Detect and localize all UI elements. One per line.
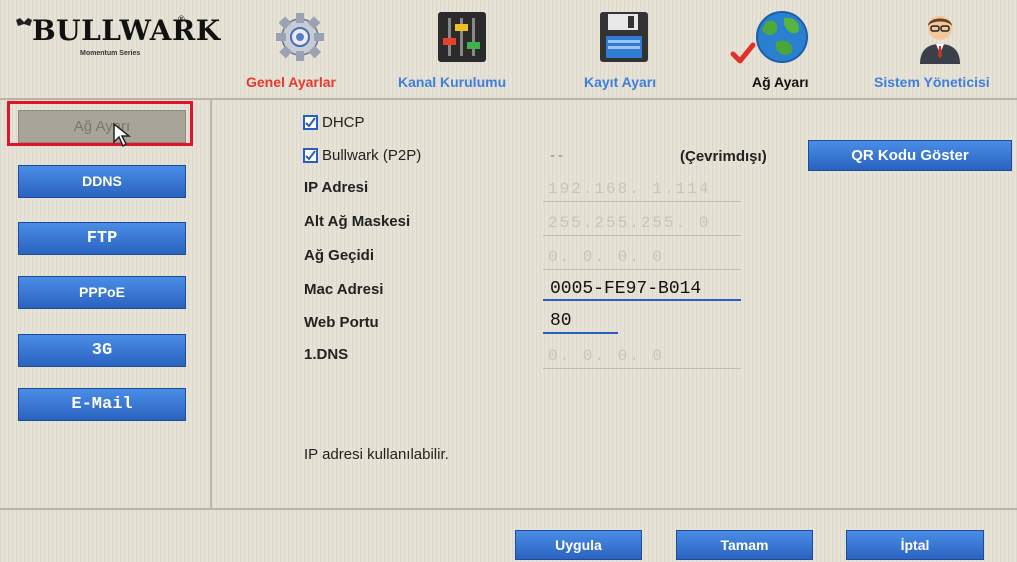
dns-input[interactable]: 0. 0. 0. 0 (548, 347, 664, 365)
gateway-input[interactable]: 0. 0. 0. 0 (548, 248, 664, 266)
dhcp-checkbox[interactable] (303, 115, 318, 130)
check-icon (305, 117, 316, 128)
header-divider (0, 98, 1017, 100)
p2p-checkbox[interactable] (303, 148, 318, 163)
sidebar-item-ftp[interactable]: FTP (18, 222, 186, 255)
tab-sistem-yoneticisi[interactable]: Sistem Yöneticisi (868, 0, 1017, 98)
p2p-status: (Çevrimdışı) (680, 148, 767, 165)
sidebar-item-pppoe[interactable]: PPPoE (18, 276, 186, 309)
selection-highlight-box (7, 101, 193, 146)
check-icon (305, 150, 316, 161)
sliders-icon (438, 12, 486, 62)
mac-address-label: Mac Adresi (304, 281, 384, 298)
tab-label: Ağ Ayarı (752, 74, 809, 90)
tab-kanal-kurulumu[interactable]: Kanal Kurulumu (398, 0, 530, 98)
subnet-mask-underline (543, 235, 741, 236)
mac-address-underline (543, 299, 741, 301)
tab-label: Genel Ayarlar (246, 74, 337, 90)
footer-divider (0, 508, 1017, 510)
tab-genel-ayarlar[interactable]: Genel Ayarlar (246, 0, 370, 98)
brand-logo: BULLWARK (32, 14, 221, 47)
web-port-underline (543, 332, 618, 334)
dns-underline (543, 368, 741, 369)
ip-address-underline (543, 201, 741, 202)
tab-label: Sistem Yöneticisi (874, 74, 990, 90)
apply-button[interactable]: Uygula (515, 530, 642, 560)
floppy-disk-icon (600, 12, 648, 62)
sidebar-item-ddns[interactable]: DDNS (18, 165, 186, 198)
p2p-id: -- (550, 147, 566, 164)
ip-address-label: IP Adresi (304, 179, 369, 196)
dhcp-label: DHCP (322, 114, 365, 131)
bullwark-logo-icon (16, 18, 32, 26)
tab-kayit-ayari[interactable]: Kayıt Ayarı (570, 0, 670, 98)
mac-address-value: 0005-FE97-B014 (550, 279, 702, 299)
sidebar-item-3g[interactable]: 3G (18, 334, 186, 367)
sidebar-item-email[interactable]: E-Mail (18, 388, 186, 421)
mouse-cursor-icon (113, 122, 132, 148)
show-qr-code-button[interactable]: QR Kodu Göster (808, 140, 1012, 171)
web-port-input[interactable]: 80 (550, 311, 572, 331)
gateway-label: Ağ Geçidi (304, 247, 375, 264)
gear-icon (276, 13, 324, 61)
status-message: IP adresi kullanılabilir. (304, 446, 449, 463)
tab-label: Kanal Kurulumu (398, 74, 507, 90)
cancel-button[interactable]: İptal (846, 530, 984, 560)
logo-subtitle: Momentum Series (80, 50, 141, 57)
dns-label: 1.DNS (304, 346, 349, 363)
tab-ag-ayari[interactable]: Ağ Ayarı (730, 0, 840, 98)
gateway-underline (543, 269, 741, 270)
web-port-label: Web Portu (304, 314, 379, 331)
tab-label: Kayıt Ayarı (584, 74, 657, 90)
ip-address-input[interactable]: 192.168. 1.114 (548, 180, 710, 198)
sidebar-divider (210, 100, 212, 508)
admin-user-icon (920, 16, 960, 64)
globe-icon (756, 11, 808, 63)
ok-button[interactable]: Tamam (676, 530, 813, 560)
p2p-label: Bullwark (P2P) (322, 147, 422, 164)
subnet-mask-label: Alt Ağ Maskesi (304, 213, 411, 230)
logo-registered-mark: ® (178, 14, 185, 24)
subnet-mask-input[interactable]: 255.255.255. 0 (548, 214, 710, 232)
